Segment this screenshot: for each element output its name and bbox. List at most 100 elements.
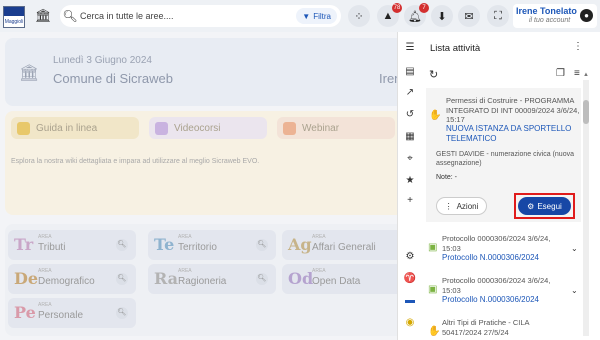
apps-icon[interactable]: ⁘ bbox=[348, 5, 370, 27]
search-icon[interactable]: 🔍︎ bbox=[116, 239, 128, 251]
add-icon[interactable]: + bbox=[403, 194, 417, 208]
panel-title: Lista attività bbox=[430, 43, 481, 54]
top-bar: Maggioli 🏛 🔍︎ Cerca in tutte le aree....… bbox=[0, 0, 600, 32]
area-label: AREA bbox=[38, 234, 52, 240]
area-name: Open Data bbox=[312, 276, 361, 287]
online-guide-label: Guida in linea bbox=[36, 122, 98, 134]
actions-label: Azioni bbox=[456, 201, 479, 211]
area-abbr: Pe bbox=[14, 303, 36, 322]
alert-badge: 78 bbox=[392, 3, 402, 13]
user-avatar-icon: ● bbox=[580, 9, 593, 22]
area-card-tributi[interactable]: Tr AREA Tributi 🔍︎ bbox=[8, 230, 136, 260]
maggioli-logo[interactable]: Maggioli bbox=[3, 6, 25, 28]
area-card-ragioneria[interactable]: Ra AREA Ragioneria 🔍︎ bbox=[148, 264, 276, 294]
alert-icon[interactable]: ▲ 78 bbox=[377, 3, 402, 27]
search-icon: 🔍︎ bbox=[62, 9, 78, 23]
task-notes-label: Note: - bbox=[436, 174, 458, 181]
area-card-personale[interactable]: Pe AREA Personale 🔍︎ bbox=[8, 298, 136, 328]
task-list-item[interactable]: ▣ Protocollo 0000306/2024 3/6/24, 15:03 … bbox=[426, 230, 581, 274]
area-name: Personale bbox=[38, 310, 84, 321]
scrollbar-thumb[interactable] bbox=[583, 100, 589, 124]
pin-icon[interactable]: ⌖ bbox=[403, 152, 417, 166]
more-options-icon[interactable]: ⋮ bbox=[572, 41, 584, 52]
support-icon[interactable]: ◉ bbox=[403, 316, 417, 330]
task-list-item[interactable]: ✋ Altri Tipi di Pratiche - CILA 50417/20… bbox=[426, 314, 581, 340]
chevron-down-icon[interactable]: ⌄ bbox=[571, 286, 578, 295]
help-section: Guida in linea Videocorsi Webinar Esplor… bbox=[5, 111, 405, 215]
current-date: Lunedì 3 Giugno 2024 bbox=[53, 55, 152, 66]
side-panel-rail: ☰ ▤ ↗ ↺ ▦ ⌖ ★ + ⚙ ♈ ▬ ◉ bbox=[397, 32, 421, 340]
gears-icon: ⚙ bbox=[527, 201, 535, 211]
help-description: Esplora la nostra wiki dettagliata e imp… bbox=[11, 158, 260, 165]
settings-icon[interactable]: ⚙ bbox=[403, 250, 417, 264]
filter-icon: ▼ bbox=[302, 11, 311, 21]
execute-button[interactable]: ⚙ Esegui bbox=[518, 197, 571, 215]
area-card-territorio[interactable]: Te AREA Territorio 🔍︎ bbox=[148, 230, 276, 260]
entity-name: Comune di Sicraweb bbox=[53, 71, 173, 86]
filter-icon[interactable]: ≡ bbox=[574, 68, 580, 79]
fullscreen-icon[interactable]: ⛶ bbox=[487, 5, 509, 27]
task-category: Altri Tipi di Pratiche - CILA 50417/2024… bbox=[442, 318, 530, 337]
trending-icon[interactable]: ↗ bbox=[403, 86, 417, 100]
area-label: AREA bbox=[38, 302, 52, 308]
area-abbr: Ag bbox=[288, 235, 312, 254]
area-name: Territorio bbox=[178, 242, 217, 253]
search-input[interactable]: Cerca in tutte le aree.... bbox=[80, 11, 296, 21]
task-title[interactable]: Protocollo N.0000306/2024 bbox=[442, 253, 539, 262]
task-list-item[interactable]: ▣ Protocollo 0000306/2024 3/6/24, 15:03 … bbox=[426, 272, 581, 312]
task-title[interactable]: Protocollo N.0000306/2024 bbox=[442, 295, 539, 304]
bell-icon[interactable]: 🔔︎ 7 bbox=[404, 3, 429, 27]
area-abbr: Te bbox=[154, 235, 175, 254]
accessibility-icon[interactable]: ♈ bbox=[403, 272, 417, 286]
online-guide-button[interactable]: Guida in linea bbox=[11, 117, 139, 139]
search-icon[interactable]: 🔍︎ bbox=[116, 273, 128, 285]
protocol-icon: ▣ bbox=[428, 284, 438, 295]
user-name: Irene Tonelato bbox=[516, 6, 577, 16]
area-card-open-data[interactable]: Od AREA Open Data bbox=[282, 264, 410, 294]
area-label: AREA bbox=[312, 268, 326, 274]
task-title[interactable]: NUOVA ISTANZA DA SPORTELLO TELEMATICO bbox=[446, 124, 576, 143]
webinar-button[interactable]: Webinar bbox=[277, 117, 395, 139]
actions-button[interactable]: ⋮ Azioni bbox=[436, 197, 487, 215]
copy-icon[interactable]: ❐ bbox=[556, 68, 565, 79]
execute-label: Esegui bbox=[537, 201, 562, 211]
area-name: Demografico bbox=[38, 276, 95, 287]
user-account-button[interactable]: Irene Tonelato il tuo account ● bbox=[513, 4, 597, 28]
refresh-icon[interactable]: ↻ bbox=[429, 68, 438, 81]
history-icon[interactable]: ↺ bbox=[403, 108, 417, 122]
user-account-label: il tuo account bbox=[529, 17, 571, 24]
notification-badge: 7 bbox=[419, 3, 429, 13]
star-icon[interactable]: ★ bbox=[403, 174, 417, 188]
area-card-demografico[interactable]: De AREA Demografico 🔍︎ bbox=[8, 264, 136, 294]
search-bar[interactable]: 🔍︎ Cerca in tutte le aree.... ▼ Filtra bbox=[60, 5, 341, 27]
hands-icon: ✋ bbox=[428, 326, 441, 337]
filter-button[interactable]: ▼ Filtra bbox=[296, 8, 337, 24]
download-icon[interactable]: ⬇ bbox=[431, 5, 453, 27]
filter-label: Filtra bbox=[313, 11, 331, 21]
task-list-icon[interactable]: ☰ bbox=[403, 41, 417, 55]
search-icon[interactable]: 🔍︎ bbox=[256, 273, 268, 285]
protocol-icon: ▣ bbox=[428, 242, 438, 253]
area-name: Tributi bbox=[38, 242, 66, 253]
webinar-icon bbox=[283, 121, 296, 135]
search-icon[interactable]: 🔍︎ bbox=[116, 307, 128, 319]
webinar-label: Webinar bbox=[302, 122, 340, 134]
logo-text: Maggioli bbox=[4, 19, 24, 25]
mail-icon[interactable]: ✉ bbox=[458, 5, 480, 27]
area-label: AREA bbox=[178, 268, 192, 274]
video-icon bbox=[155, 121, 168, 135]
chat-icon[interactable]: ▬ bbox=[403, 294, 417, 308]
area-card-affari-generali[interactable]: Ag AREA Affari Generali bbox=[282, 230, 410, 260]
home-icon[interactable]: 🏛 bbox=[35, 8, 52, 24]
video-courses-button[interactable]: Videocorsi bbox=[149, 117, 267, 139]
scrollbar[interactable] bbox=[583, 80, 589, 336]
search-icon[interactable]: 🔍︎ bbox=[256, 239, 268, 251]
task-category: Protocollo 0000306/2024 3/6/24, 15:03 bbox=[442, 276, 551, 295]
bookmark-icon[interactable]: ▤ bbox=[403, 65, 417, 79]
chevron-down-icon[interactable]: ⌄ bbox=[571, 244, 578, 253]
welcome-banner: 🏛 Lunedì 3 Giugno 2024 Comune di Sicrawe… bbox=[5, 38, 409, 106]
area-abbr: De bbox=[14, 269, 39, 288]
areas-section: Tr AREA Tributi 🔍︎ Te AREA Territorio 🔍︎… bbox=[5, 224, 410, 336]
calculator-icon[interactable]: ▦ bbox=[403, 130, 417, 144]
scroll-up-arrow[interactable]: ▲ bbox=[583, 72, 589, 78]
